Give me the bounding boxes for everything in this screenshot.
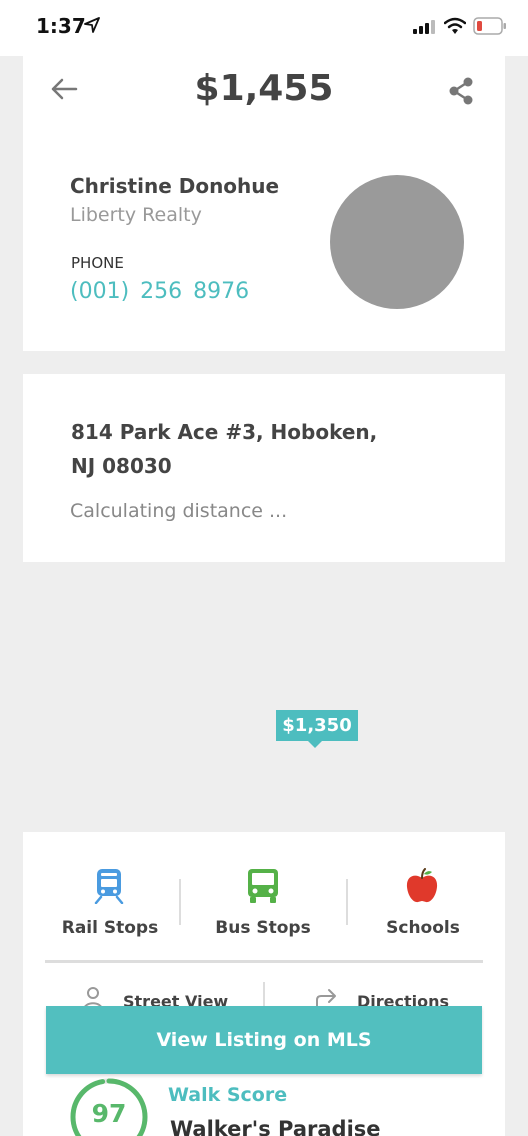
bus-stops-button[interactable]: Bus Stops	[188, 868, 338, 948]
walk-score-label: Walk Score	[168, 1084, 288, 1106]
details-card: Rail Stops Bus Stops Schools Street View	[23, 832, 505, 1136]
train-icon	[94, 869, 124, 904]
address-card: 814 Park Ace #3, Hoboken, NJ 08030 Calcu…	[23, 374, 505, 562]
distance-status: Calculating distance ...	[70, 500, 288, 522]
agent-company: Liberty Realty	[70, 204, 202, 226]
wifi-icon	[444, 17, 466, 34]
avatar	[330, 175, 464, 309]
schools-label: Schools	[386, 918, 460, 938]
section-divider	[45, 960, 483, 963]
bus-icon	[248, 869, 278, 903]
map-pin-tail	[308, 741, 322, 748]
map-price-pin[interactable]: $1,350	[276, 710, 358, 741]
address-line-1: 814 Park Ace #3, Hoboken,	[71, 420, 378, 444]
phone-number-link[interactable]: (001) 256 8976	[70, 279, 249, 304]
location-arrow-icon	[84, 17, 100, 33]
listing-price: $1,455	[194, 68, 334, 109]
battery-low-icon	[473, 17, 506, 35]
schools-button[interactable]: Schools	[348, 868, 498, 948]
apple-icon	[406, 868, 438, 903]
status-bar: 1:37	[0, 0, 528, 56]
divider	[179, 879, 181, 925]
rail-stops-label: Rail Stops	[61, 918, 159, 938]
status-time: 1:37	[36, 14, 86, 38]
view-listing-mls-button[interactable]: View Listing on MLS	[46, 1006, 482, 1074]
phone-label: PHONE	[71, 254, 124, 272]
walk-score-description: Walker's Paradise	[170, 1117, 381, 1136]
agent-name: Christine Donohue	[70, 174, 280, 198]
address-line-2: NJ 08030	[71, 454, 172, 478]
cellular-signal-icon	[413, 20, 435, 34]
walk-score-value: 97	[91, 1099, 127, 1128]
divider	[263, 982, 265, 1006]
rail-stops-button[interactable]: Rail Stops	[35, 868, 185, 948]
share-icon[interactable]	[446, 75, 476, 107]
listing-header-card: $1,455 Christine Donohue Liberty Realty …	[23, 56, 505, 351]
bus-stops-label: Bus Stops	[215, 918, 311, 938]
